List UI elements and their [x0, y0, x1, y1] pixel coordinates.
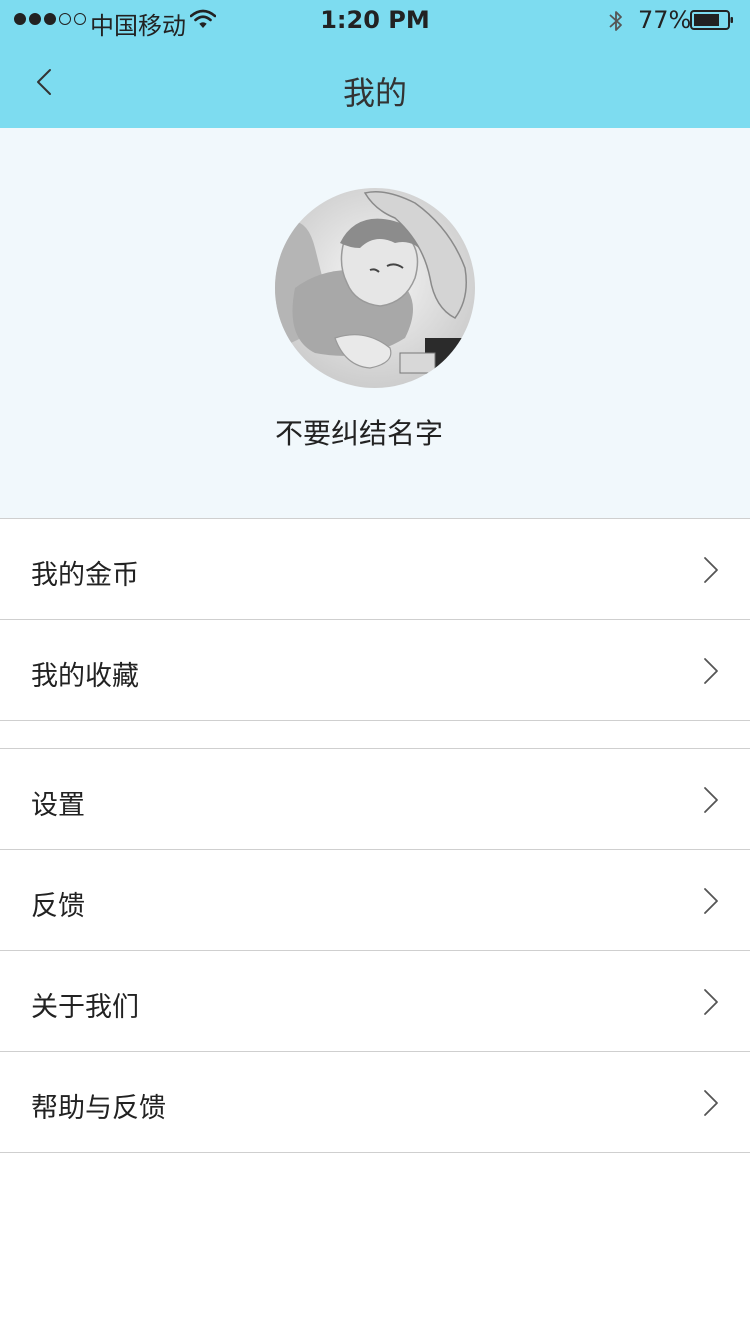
chevron-right-icon: [704, 557, 718, 583]
profile-section: 不要纠结名字: [0, 128, 750, 519]
status-bar: 中国移动 1:20 PM 77%: [0, 0, 750, 40]
menu-item-my-favorites[interactable]: 我的收藏: [0, 620, 750, 721]
battery-icon: [690, 10, 733, 30]
top-bar: 中国移动 1:20 PM 77% 我的: [0, 0, 750, 128]
menu-item-label: 关于我们: [31, 992, 139, 1023]
chevron-right-icon: [704, 1090, 718, 1116]
avatar[interactable]: [275, 188, 475, 388]
battery-percentage: 77%: [638, 6, 692, 34]
username: 不要纠结名字: [274, 417, 443, 450]
menu-item-settings[interactable]: 设置: [0, 749, 750, 850]
menu-item-label: 设置: [31, 790, 85, 821]
menu-item-label: 反馈: [31, 891, 85, 922]
menu-group-account: 我的金币 我的收藏: [0, 519, 750, 721]
menu-item-help-feedback[interactable]: 帮助与反馈: [0, 1052, 750, 1153]
menu-item-label: 我的金币: [31, 560, 139, 591]
avatar-illustration: [275, 188, 475, 388]
page-title: 我的: [342, 74, 407, 112]
menu-item-label: 我的收藏: [31, 661, 139, 692]
menu-item-label: 帮助与反馈: [31, 1093, 166, 1124]
menu-group-general: 设置 反馈 关于我们 帮助与反馈: [0, 748, 750, 1153]
chevron-right-icon: [704, 888, 718, 914]
chevron-right-icon: [704, 989, 718, 1015]
chevron-right-icon: [704, 787, 718, 813]
menu-item-about-us[interactable]: 关于我们: [0, 951, 750, 1052]
menu-item-my-coins[interactable]: 我的金币: [0, 519, 750, 620]
menu-item-feedback[interactable]: 反馈: [0, 850, 750, 951]
chevron-right-icon: [704, 658, 718, 684]
bluetooth-icon: [609, 11, 622, 31]
